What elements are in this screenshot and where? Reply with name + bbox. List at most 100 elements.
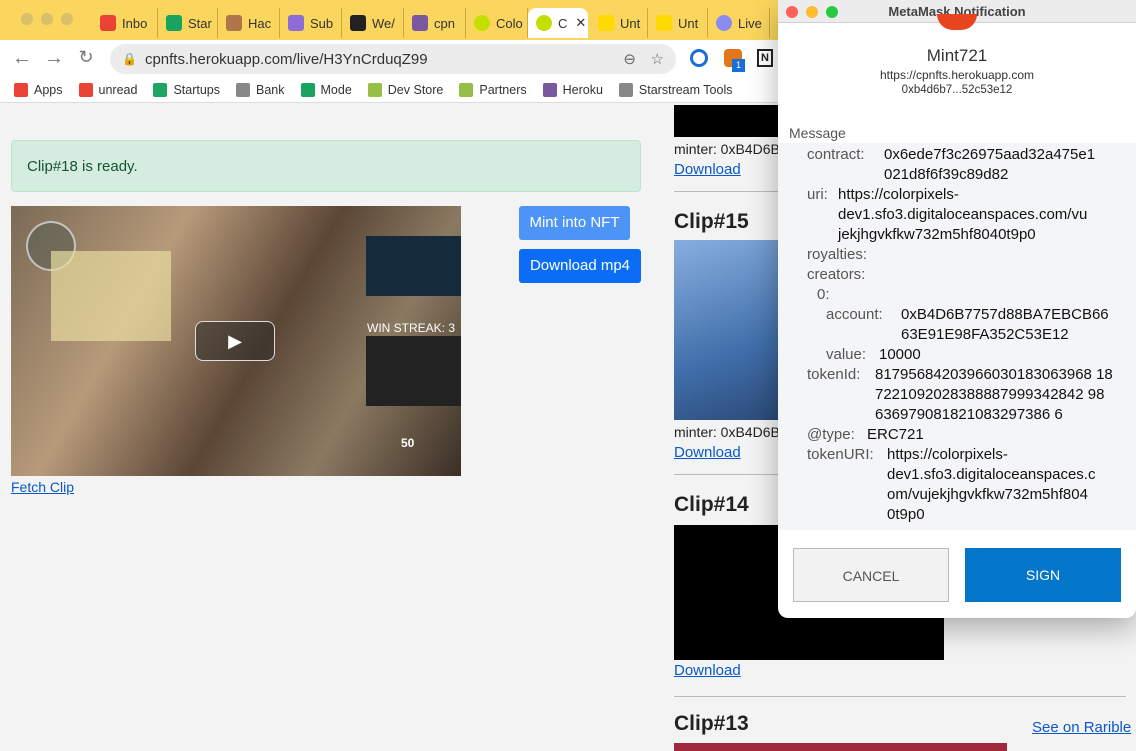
message-key: value: <box>826 346 867 363</box>
play-button[interactable]: ▶ <box>195 321 275 361</box>
zoom-window-button[interactable] <box>826 6 838 18</box>
heroku-icon <box>542 82 557 97</box>
shopify-icon <box>367 82 382 97</box>
site-icon <box>937 14 977 30</box>
bookmark-item[interactable]: Partners <box>459 82 527 97</box>
browser-tab[interactable]: Star <box>158 8 218 38</box>
clip-title: Clip#14 <box>674 493 749 516</box>
tab-label: C <box>558 15 568 31</box>
tab-label: Unt <box>678 15 699 31</box>
message-value: 7221092028388887999342842 98 <box>875 386 1105 403</box>
browser-tab[interactable]: Unt <box>648 8 708 38</box>
bookmark-item[interactable]: Startups <box>153 82 220 97</box>
download-link[interactable]: Download <box>674 161 741 178</box>
tab-label: Colo <box>496 15 523 31</box>
wall-image <box>51 251 171 341</box>
message-key: account: <box>826 306 883 323</box>
mint-nft-button[interactable]: Mint into NFT <box>519 206 630 240</box>
reload-button[interactable]: ↻ <box>75 47 97 68</box>
fetch-clip-link[interactable]: Fetch Clip <box>11 479 74 495</box>
clip-minter: minter: 0xB4D6B <box>674 424 780 440</box>
tab-label: Live <box>738 15 762 31</box>
notion-icon[interactable]: N <box>757 49 773 67</box>
heroku-icon <box>412 15 428 31</box>
cancel-button[interactable]: CANCEL <box>793 548 949 602</box>
bookmark-label: Bank <box>256 82 285 97</box>
ethereum-icon <box>288 15 304 31</box>
bookmark-item[interactable]: Dev Store <box>367 82 443 97</box>
window-zoom-button[interactable] <box>61 13 73 25</box>
browser-tab[interactable]: Sub <box>280 8 342 38</box>
url-text[interactable]: cpnfts.herokuapp.com/live/H3YnCrduqZ99 <box>145 51 428 68</box>
browser-tab[interactable]: We/ <box>342 8 404 38</box>
browser-tab[interactable]: Unt <box>590 8 648 38</box>
bookmark-label: Startups <box>173 82 220 97</box>
bookmark-item[interactable]: Bank <box>236 82 285 97</box>
bookmark-item[interactable]: Mode <box>300 82 352 97</box>
browser-tab[interactable]: C ✕ <box>528 8 588 38</box>
bookmark-item[interactable]: Heroku <box>542 82 603 97</box>
bookmark-label: Heroku <box>562 82 603 97</box>
apps-grid-icon <box>14 82 28 97</box>
win-streak-text: WIN STREAK: 3 <box>367 321 456 335</box>
window-minimize-button[interactable] <box>41 13 53 25</box>
browser-tab[interactable]: cpn <box>404 8 466 38</box>
google-drive-icon <box>153 82 168 97</box>
zoom-icon[interactable]: ⊖ <box>623 50 636 68</box>
browser-tab[interactable]: Inbo <box>92 8 158 38</box>
download-mp4-button[interactable]: Download mp4 <box>519 249 641 283</box>
message-key: @type: <box>807 426 855 443</box>
message-key: uri: <box>807 186 828 203</box>
message-value: 63E91E98FA352C53E12 <box>901 326 1069 343</box>
download-link[interactable]: Download <box>674 444 741 461</box>
message-key: creators: <box>807 266 866 283</box>
browser-tab[interactable]: Hac <box>218 8 280 38</box>
folder-icon <box>236 82 250 97</box>
message-key: contract: <box>807 146 865 163</box>
bookmark-label: Mode <box>320 82 352 97</box>
address-bar[interactable]: 🔒 cpnfts.herokuapp.com/live/H3YnCrduqZ99… <box>110 44 676 74</box>
message-value: dev1.sfo3.digitaloceanspaces.com/vu <box>838 206 1088 223</box>
forward-button[interactable]: → <box>43 47 65 70</box>
avatar-icon <box>226 15 242 31</box>
lock-icon: 🔒 <box>122 52 137 66</box>
browser-tab[interactable]: Colo <box>466 8 528 38</box>
back-button[interactable]: ← <box>11 47 33 70</box>
m-icon <box>166 15 182 31</box>
minimize-window-button[interactable] <box>806 6 818 18</box>
message-key: tokenURI: <box>807 446 874 463</box>
message-value: om/vujekjhgvkfkw732m5hf804 <box>887 486 1088 503</box>
close-window-button[interactable] <box>786 6 798 18</box>
clip-title: Clip#15 <box>674 210 749 233</box>
1password-icon[interactable] <box>690 49 708 67</box>
browser-tab[interactable]: Live <box>708 8 770 38</box>
bookmark-item[interactable]: Apps <box>14 82 63 97</box>
bookmark-item[interactable]: Starstream Tools <box>618 82 732 97</box>
message-value: ERC721 <box>867 426 924 443</box>
clip-video-13[interactable] <box>674 743 1007 751</box>
message-key: 0: <box>817 286 830 303</box>
circle-icon <box>716 15 732 31</box>
m-icon <box>300 82 315 97</box>
video-player[interactable]: WIN STREAK: 3 50 ▶ <box>11 206 461 476</box>
gmail-icon <box>78 82 93 97</box>
tab-label: cpn <box>434 15 455 31</box>
window-close-button[interactable] <box>21 13 33 25</box>
see-on-rarible-link[interactable]: See on Rarible <box>1032 719 1131 736</box>
rarible-icon <box>656 15 672 31</box>
bookmark-item[interactable]: unread <box>78 82 137 97</box>
sign-button[interactable]: SIGN <box>965 548 1121 602</box>
message-label: Message <box>789 125 846 141</box>
close-tab-icon[interactable]: ✕ <box>575 15 586 31</box>
message-value: jekjhgvkfkw732m5hf8040t9p0 <box>838 226 1036 243</box>
tab-label: Sub <box>310 15 334 31</box>
rarible-icon <box>598 15 614 31</box>
message-content[interactable]: contract: 0x6ede7f3c26975aad32a475e1 021d8… <box>778 143 1136 530</box>
site-name: Mint721 <box>926 46 988 65</box>
site-origin: https://cpnfts.herokuapp.com <box>879 68 1035 82</box>
tab-label: Hac <box>248 15 272 31</box>
gmail-icon <box>100 15 116 31</box>
bookmark-star-icon[interactable]: ☆ <box>651 50 664 68</box>
account-address: 0xb4d6b7...52c53e12 <box>901 84 1013 96</box>
download-link[interactable]: Download <box>674 662 741 679</box>
